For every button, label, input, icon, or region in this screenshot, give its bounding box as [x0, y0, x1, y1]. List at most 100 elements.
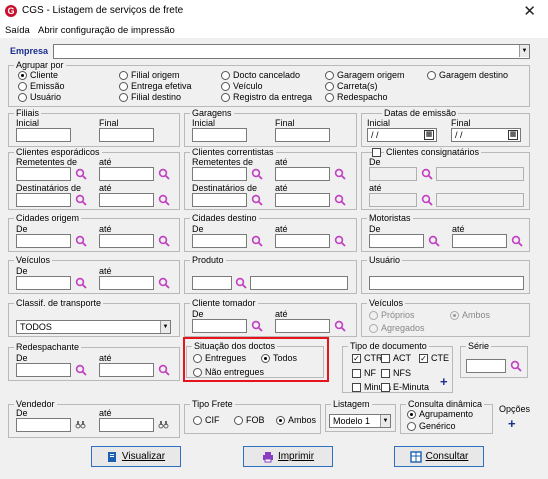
- search-icon[interactable]: [75, 194, 87, 206]
- imprimir-button[interactable]: Imprimir: [243, 446, 333, 467]
- produto-code-input[interactable]: [192, 276, 232, 290]
- search-icon[interactable]: [75, 277, 87, 289]
- esporadicos-rem-ate-input[interactable]: [99, 167, 154, 181]
- radio-filial-destino[interactable]: [119, 93, 128, 102]
- add-icon[interactable]: +: [440, 375, 448, 388]
- filiais-inicial-input[interactable]: [16, 128, 71, 142]
- radio-agregados[interactable]: [369, 324, 378, 333]
- correntistas-dest-ate-input[interactable]: [275, 193, 330, 207]
- close-icon[interactable]: ✕: [523, 2, 536, 20]
- vendedor-ate-input[interactable]: [99, 418, 154, 432]
- filiais-final-input[interactable]: [99, 128, 154, 142]
- correntistas-rem-ate-input[interactable]: [275, 167, 330, 181]
- search-icon[interactable]: [334, 168, 346, 180]
- veiculos-ate-input[interactable]: [99, 276, 154, 290]
- radio-fob[interactable]: [234, 416, 243, 425]
- search-icon[interactable]: [158, 235, 170, 247]
- checkbox-nfs[interactable]: [381, 369, 390, 378]
- radio-generico[interactable]: [407, 422, 416, 431]
- search-icon[interactable]: [251, 194, 263, 206]
- add-icon[interactable]: +: [508, 417, 516, 430]
- radio-usuario[interactable]: [18, 93, 27, 102]
- radio-cif[interactable]: [193, 416, 202, 425]
- checkbox-nf[interactable]: [352, 369, 361, 378]
- binoculars-icon[interactable]: [158, 420, 170, 432]
- chevron-down-icon[interactable]: ▼: [380, 415, 390, 427]
- radio-cliente[interactable]: [18, 71, 27, 80]
- radio-agrupamento[interactable]: [407, 410, 416, 419]
- search-icon[interactable]: [158, 277, 170, 289]
- search-icon[interactable]: [158, 168, 170, 180]
- correntistas-dest-de-input[interactable]: [192, 193, 247, 207]
- radio-entregues[interactable]: [193, 354, 202, 363]
- menu-abrir-config[interactable]: Abrir configuração de impressão: [38, 25, 175, 36]
- redespachante-ate-input[interactable]: [99, 363, 154, 377]
- chevron-down-icon[interactable]: ▼: [519, 45, 529, 57]
- search-icon[interactable]: [251, 235, 263, 247]
- motoristas-ate-input[interactable]: [452, 234, 507, 248]
- esporadicos-dest-ate-input[interactable]: [99, 193, 154, 207]
- search-icon[interactable]: [251, 320, 263, 332]
- usuario-input[interactable]: [369, 276, 524, 290]
- search-icon[interactable]: [75, 235, 87, 247]
- checkbox-act[interactable]: [381, 354, 390, 363]
- checkbox-ctrc[interactable]: ✓: [352, 354, 361, 363]
- search-icon[interactable]: [510, 360, 522, 372]
- garagens-final-input[interactable]: [275, 128, 330, 142]
- radio-todos[interactable]: [261, 354, 270, 363]
- radio-garagem-origem[interactable]: [325, 71, 334, 80]
- correntistas-rem-de-input[interactable]: [192, 167, 247, 181]
- checkbox-minuta[interactable]: [352, 383, 361, 392]
- serie-input[interactable]: [466, 359, 506, 373]
- search-icon[interactable]: [511, 235, 523, 247]
- empresa-select[interactable]: [53, 44, 530, 59]
- search-icon[interactable]: [75, 364, 87, 376]
- chevron-down-icon[interactable]: ▼: [160, 321, 170, 333]
- garagens-inicial-input[interactable]: [192, 128, 247, 142]
- radio-ambos-veiculos[interactable]: [450, 311, 459, 320]
- vendedor-de-input[interactable]: [16, 418, 71, 432]
- binoculars-icon[interactable]: [75, 420, 87, 432]
- calendar-icon[interactable]: ▦: [424, 130, 434, 140]
- radio-veiculo[interactable]: [221, 82, 230, 91]
- search-icon[interactable]: [334, 194, 346, 206]
- tomador-de-input[interactable]: [192, 319, 247, 333]
- search-icon[interactable]: [235, 277, 247, 289]
- radio-filial-origem[interactable]: [119, 71, 128, 80]
- esporadicos-dest-de-input[interactable]: [16, 193, 71, 207]
- radio-registro-entrega[interactable]: [221, 93, 230, 102]
- search-icon[interactable]: [421, 168, 433, 180]
- search-icon[interactable]: [428, 235, 440, 247]
- radio-docto-cancelado[interactable]: [221, 71, 230, 80]
- tomador-ate-input[interactable]: [275, 319, 330, 333]
- veiculos-de-input[interactable]: [16, 276, 71, 290]
- radio-carretas[interactable]: [325, 82, 334, 91]
- search-icon[interactable]: [334, 235, 346, 247]
- search-icon[interactable]: [251, 168, 263, 180]
- checkbox-cte[interactable]: ✓: [419, 354, 428, 363]
- search-icon[interactable]: [75, 168, 87, 180]
- radio-proprios[interactable]: [369, 311, 378, 320]
- visualizar-button[interactable]: Visualizar: [91, 446, 181, 467]
- consignatarios-checkbox[interactable]: [372, 148, 381, 157]
- radio-entrega-efetiva[interactable]: [119, 82, 128, 91]
- consultar-button[interactable]: Consultar: [394, 446, 484, 467]
- radio-redespacho[interactable]: [325, 93, 334, 102]
- classif-select[interactable]: TODOS: [16, 320, 171, 334]
- cid-origem-de-input[interactable]: [16, 234, 71, 248]
- consignatarios-ate-input[interactable]: [369, 193, 417, 207]
- search-icon[interactable]: [158, 194, 170, 206]
- radio-garagem-destino[interactable]: [427, 71, 436, 80]
- search-icon[interactable]: [334, 320, 346, 332]
- esporadicos-rem-de-input[interactable]: [16, 167, 71, 181]
- radio-emissao[interactable]: [18, 82, 27, 91]
- motoristas-de-input[interactable]: [369, 234, 424, 248]
- consignatarios-de-input[interactable]: [369, 167, 417, 181]
- search-icon[interactable]: [158, 364, 170, 376]
- search-icon[interactable]: [421, 194, 433, 206]
- radio-nao-entregues[interactable]: [193, 368, 202, 377]
- cid-origem-ate-input[interactable]: [99, 234, 154, 248]
- cid-destino-ate-input[interactable]: [275, 234, 330, 248]
- cid-destino-de-input[interactable]: [192, 234, 247, 248]
- radio-ambos-frete[interactable]: [276, 416, 285, 425]
